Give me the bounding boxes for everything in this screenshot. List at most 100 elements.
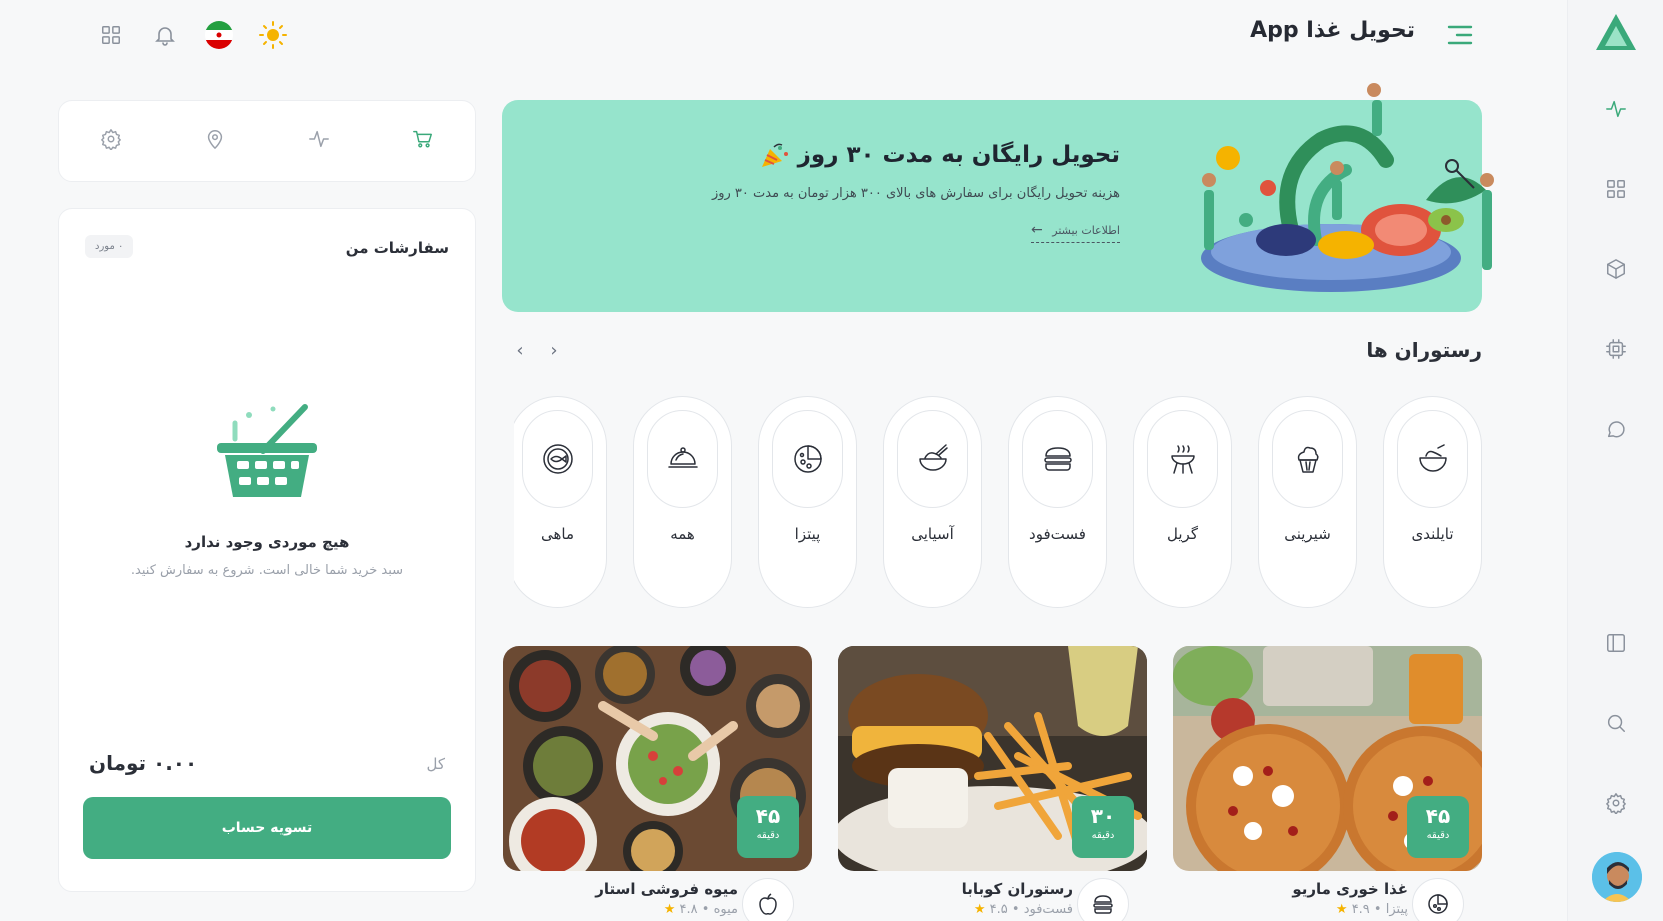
banner-title-text: تحویل رایگان به مدت ۳۰ روز [797, 142, 1120, 168]
carousel-arrows: ‹ › [512, 340, 562, 361]
menu-icon[interactable] [1447, 24, 1473, 46]
apps-grid-icon[interactable] [96, 20, 126, 50]
restaurant-photo: ۴۵ دقیقه [1173, 646, 1482, 871]
restaurant-card-star-fruit[interactable]: ۴۵ دقیقه میوه فروشی استار میوه • ۴.۸ ★ [503, 646, 812, 921]
delivery-time-value: ۴۵ [1425, 804, 1451, 828]
restaurant-category: میوه [713, 902, 738, 917]
banner-title: تحویل رایگان به مدت ۳۰ روز [754, 142, 1120, 169]
delivery-time-badge: ۴۵ دقیقه [1407, 796, 1469, 858]
restaurants-title: رستوران ها [1366, 338, 1482, 362]
star-icon: ★ [1335, 902, 1348, 917]
category-label: همه [670, 525, 695, 543]
rice-bowl-icon [897, 410, 968, 508]
empty-cart-subtitle: سبد خرید شما خالی است. شروع به سفارش کنی… [130, 563, 404, 578]
checkout-button[interactable]: تسویه حساب [83, 797, 451, 859]
rail-grid-icon[interactable] [1604, 177, 1628, 201]
food-illustration [1201, 83, 1494, 292]
rail-chat-icon[interactable] [1604, 417, 1628, 441]
restaurant-meta: فست‌فود • ۴.۵ ★ [973, 902, 1073, 917]
burger-icon [1022, 410, 1093, 508]
category-pastry[interactable]: شیرینی [1258, 396, 1357, 608]
star-icon: ★ [973, 902, 986, 917]
empty-cart-title: هیچ موردی وجود ندارد [184, 533, 350, 551]
star-icon: ★ [663, 902, 676, 917]
bell-icon[interactable] [150, 20, 180, 50]
grill-icon [1147, 410, 1218, 508]
category-label: آسیایی [911, 525, 954, 543]
category-label: پیتزا [794, 525, 821, 543]
orders-count-badge: ۰ مورد [85, 235, 134, 258]
restaurant-name: غذا خوری ماریو [1292, 880, 1408, 898]
rail-settings-icon[interactable] [1604, 791, 1628, 815]
restaurant-photo: ۳۰ دقیقه [838, 646, 1147, 871]
delivery-time-badge: ۳۰ دقیقه [1072, 796, 1134, 858]
party-popper-icon [761, 143, 788, 167]
category-label: فست‌فود [1029, 525, 1086, 543]
restaurant-category: پیتزا [1385, 902, 1408, 917]
restaurant-cards: ۴۵ دقیقه غذا خوری ماریو پیتزا • ۴.۹ ★ ۳۰… [502, 646, 1482, 921]
user-avatar[interactable] [1592, 852, 1642, 902]
banner-link-text: اطلاعات بیشتر [1052, 224, 1120, 237]
quick-actions-card [58, 100, 476, 182]
chevron-left-icon[interactable]: ‹ [512, 340, 528, 361]
pizza-icon [772, 410, 843, 508]
orders-title: سفارشات من [345, 239, 449, 257]
delivery-time-badge: ۴۵ دقیقه [737, 796, 799, 858]
category-label: تایلندی [1411, 525, 1454, 543]
category-list: تایلندی شیرینی گریل فست‌فود آسیایی پیتزا [514, 396, 1482, 608]
apple-icon [742, 878, 794, 921]
my-orders-card: سفارشات من ۰ مورد هیچ موردی وجود ندارد س… [58, 208, 476, 892]
sun-icon[interactable] [258, 20, 288, 50]
restaurant-card-mario[interactable]: ۴۵ دقیقه غذا خوری ماریو پیتزا • ۴.۹ ★ [1173, 646, 1482, 921]
cart-icon[interactable] [412, 128, 434, 154]
category-fish[interactable]: ماهی [514, 396, 607, 608]
restaurant-meta: پیتزا • ۴.۹ ★ [1335, 902, 1408, 917]
app-logo-icon[interactable] [1594, 12, 1638, 52]
settings-icon[interactable] [100, 128, 122, 154]
banner-more-info-link[interactable]: اطلاعات بیشتر ← [1031, 222, 1120, 243]
salad-bowl-icon [1397, 410, 1468, 508]
total-value: ۰.۰۰ تومان [89, 751, 198, 775]
basket-icon [217, 404, 317, 497]
rating-value: ۴.۵ [989, 902, 1008, 917]
category-label: گریل [1167, 525, 1198, 543]
restaurant-photo: ۴۵ دقیقه [503, 646, 812, 871]
category-fastfood[interactable]: فست‌فود [1008, 396, 1107, 608]
delivery-time-value: ۳۰ [1090, 804, 1116, 828]
arrow-left-icon: ← [1031, 222, 1043, 238]
rail-box-icon[interactable] [1604, 257, 1628, 281]
rail-search-icon[interactable] [1604, 711, 1628, 735]
rail-sidebar-icon[interactable] [1604, 631, 1628, 655]
cupcake-icon [1272, 410, 1343, 508]
restaurant-category: فست‌فود [1023, 902, 1073, 917]
pizza-icon [1412, 878, 1464, 921]
app-title: تحویل غذا App [1250, 18, 1415, 43]
delivery-time-unit: دقیقه [1091, 830, 1115, 841]
restaurant-meta: میوه • ۴.۸ ★ [663, 902, 738, 917]
category-thai[interactable]: تایلندی [1383, 396, 1482, 608]
delivery-time-unit: دقیقه [1426, 830, 1450, 841]
category-grill[interactable]: گریل [1133, 396, 1232, 608]
activity-icon[interactable] [308, 128, 330, 154]
rail-activity-icon[interactable] [1604, 97, 1628, 121]
restaurant-name: رستوران کوبابا [961, 880, 1073, 898]
banner-subtitle: هزینه تحویل رایگان برای سفارش های بالای … [711, 186, 1120, 201]
restaurant-card-kobaba[interactable]: ۳۰ دقیقه رستوران کوبابا فست‌فود • ۴.۵ ★ [838, 646, 1147, 921]
burger-icon [1077, 878, 1129, 921]
header-actions [96, 20, 288, 50]
rail-cpu-icon[interactable] [1604, 337, 1628, 361]
promo-banner: تحویل رایگان به مدت ۳۰ روز هزینه تحویل ر… [502, 83, 1494, 312]
iran-flag-icon[interactable] [204, 20, 234, 50]
delivery-time-unit: دقیقه [756, 830, 780, 841]
delivery-time-value: ۴۵ [755, 804, 781, 828]
total-label: کل [426, 755, 445, 773]
chevron-right-icon[interactable]: › [546, 340, 562, 361]
restaurant-name: میوه فروشی استار [595, 880, 738, 898]
category-asian[interactable]: آسیایی [883, 396, 982, 608]
cloche-icon [647, 410, 718, 508]
location-icon[interactable] [204, 128, 226, 154]
category-all[interactable]: همه [633, 396, 732, 608]
category-label: شیرینی [1284, 525, 1331, 543]
fish-plate-icon [522, 410, 593, 508]
category-pizza[interactable]: پیتزا [758, 396, 857, 608]
